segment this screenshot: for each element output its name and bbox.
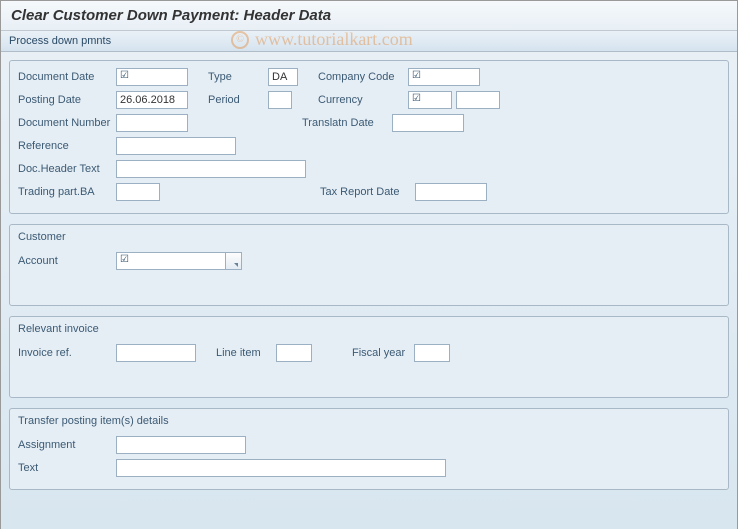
relevant-invoice-title: Relevant invoice (18, 321, 720, 337)
posting-date-label: Posting Date (18, 94, 116, 106)
period-input[interactable] (268, 91, 292, 109)
relevant-invoice-panel: Relevant invoice Invoice ref. Line item … (9, 316, 729, 398)
company-code-label: Company Code (318, 71, 408, 83)
fiscal-year-label: Fiscal year (352, 347, 414, 359)
toolbar: Process down pmnts (1, 31, 737, 52)
doc-header-text-input[interactable] (116, 160, 306, 178)
currency-label: Currency (318, 94, 408, 106)
customer-panel-title: Customer (18, 229, 720, 245)
customer-panel: Customer Account ☑ (9, 224, 729, 306)
assignment-input[interactable] (116, 436, 246, 454)
type-input[interactable] (268, 68, 298, 86)
translatn-date-label: Translatn Date (302, 117, 392, 129)
document-number-input[interactable] (116, 114, 188, 132)
reference-label: Reference (18, 140, 116, 152)
main-form-area: Document Date ☑ Type Company Code ☑ Post… (1, 52, 737, 529)
transfer-posting-title: Transfer posting item(s) details (18, 413, 720, 429)
posting-date-input[interactable] (116, 91, 188, 109)
line-item-label: Line item (216, 347, 276, 359)
fiscal-year-input[interactable] (414, 344, 450, 362)
doc-header-text-label: Doc.Header Text (18, 163, 116, 175)
document-date-input[interactable] (116, 68, 188, 86)
trading-part-ba-label: Trading part.BA (18, 186, 116, 198)
tax-report-date-input[interactable] (415, 183, 487, 201)
period-label: Period (208, 94, 268, 106)
account-input[interactable] (116, 252, 226, 270)
page-title: Clear Customer Down Payment: Header Data (1, 1, 737, 31)
process-down-pmnts-link[interactable]: Process down pmnts (9, 35, 111, 47)
trading-part-ba-input[interactable] (116, 183, 160, 201)
type-label: Type (208, 71, 268, 83)
transfer-posting-panel: Transfer posting item(s) details Assignm… (9, 408, 729, 490)
currency-rate-input[interactable] (456, 91, 500, 109)
translatn-date-input[interactable] (392, 114, 464, 132)
document-number-label: Document Number (18, 117, 116, 129)
text-label: Text (18, 462, 116, 474)
document-date-label: Document Date (18, 71, 116, 83)
invoice-ref-input[interactable] (116, 344, 196, 362)
invoice-ref-label: Invoice ref. (18, 347, 116, 359)
currency-input[interactable] (408, 91, 452, 109)
account-search-help-icon[interactable] (226, 252, 242, 270)
account-label: Account (18, 255, 116, 267)
company-code-input[interactable] (408, 68, 480, 86)
reference-input[interactable] (116, 137, 236, 155)
tax-report-date-label: Tax Report Date (320, 186, 415, 198)
line-item-input[interactable] (276, 344, 312, 362)
assignment-label: Assignment (18, 439, 116, 451)
text-input[interactable] (116, 459, 446, 477)
header-data-panel: Document Date ☑ Type Company Code ☑ Post… (9, 60, 729, 214)
